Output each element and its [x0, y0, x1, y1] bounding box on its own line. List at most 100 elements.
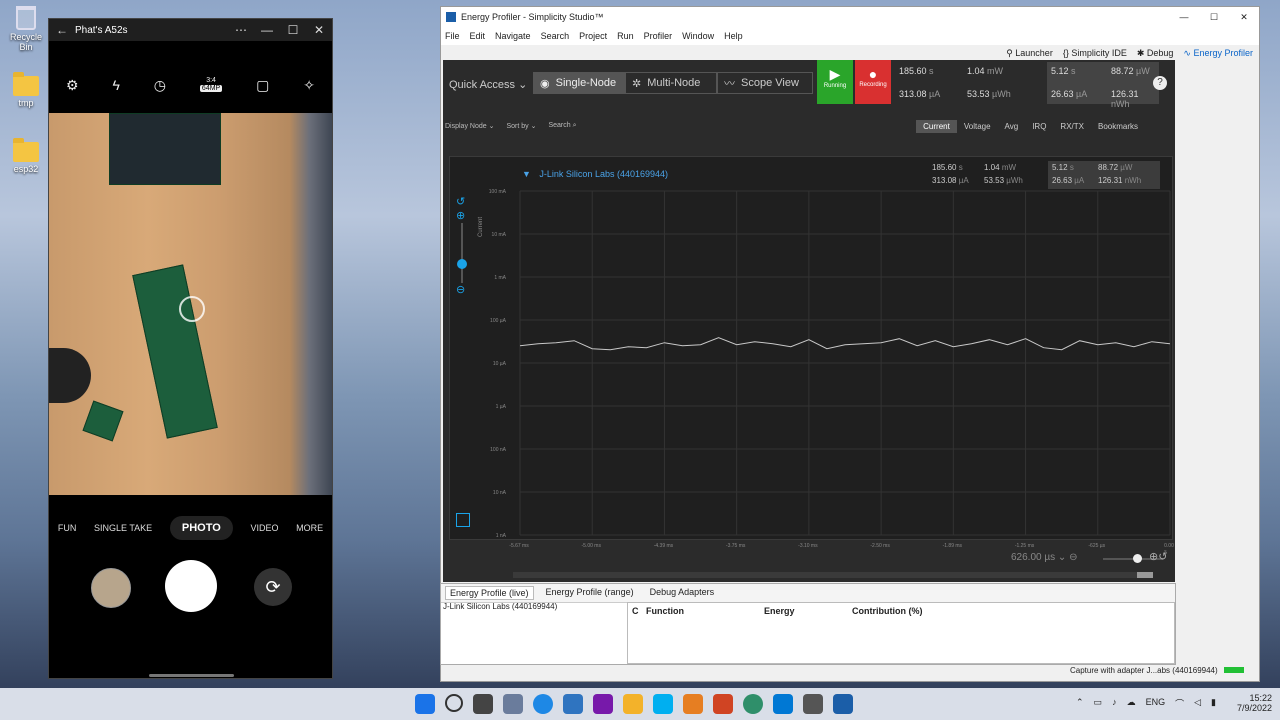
x-tick-label: -5.00 ms — [581, 543, 601, 549]
recording-button[interactable]: ● Recording — [855, 60, 891, 104]
perspective-debug[interactable]: ✱ Debug — [1137, 48, 1174, 59]
wifi-icon[interactable]: ⌒ — [1175, 697, 1184, 710]
start-menu-icon[interactable] — [415, 694, 435, 714]
search-icon[interactable] — [445, 694, 463, 712]
single-node-button[interactable]: ◉ Single-Node — [533, 72, 625, 94]
horizontal-scrollbar[interactable] — [513, 572, 1153, 578]
gallery-thumbnail[interactable] — [91, 568, 131, 608]
desktop-icon-esp32[interactable]: esp32 — [4, 138, 48, 174]
switch-camera-icon[interactable]: ⟳ — [254, 568, 292, 606]
profiler-editor: Quick Access ⌄ ◉ Single-Node ✲ Multi-Node … — [443, 60, 1175, 582]
running-button[interactable]: ▶ Running — [817, 60, 853, 104]
menu-help[interactable]: Help — [724, 31, 743, 41]
menu-search[interactable]: Search — [541, 31, 570, 41]
sort-by-dropdown[interactable]: Sort by ⌄ — [506, 122, 536, 130]
motion-photo-icon[interactable]: ▢ — [256, 77, 269, 94]
microphone-icon[interactable]: ♪ — [1112, 697, 1117, 710]
mode-photo[interactable]: PHOTO — [169, 516, 233, 540]
menu-project[interactable]: Project — [579, 31, 607, 41]
shutter-button[interactable] — [165, 560, 217, 612]
simplicity-studio-icon[interactable] — [833, 694, 853, 714]
tab-avg[interactable]: Avg — [998, 120, 1026, 133]
tab-bookmarks[interactable]: Bookmarks — [1091, 120, 1145, 133]
pinned-app-icon[interactable] — [803, 694, 823, 714]
more-icon[interactable]: ⋯ — [228, 23, 254, 37]
quick-access[interactable]: Quick Access ⌄ — [449, 78, 527, 91]
todo-icon[interactable] — [563, 694, 583, 714]
timer-icon[interactable]: ◷ — [154, 77, 166, 94]
vscode-icon[interactable] — [773, 694, 793, 714]
col-c[interactable]: C — [632, 606, 639, 616]
onedrive-icon[interactable]: ☁ — [1127, 697, 1136, 710]
sel-power-readout: 88.72 µW — [1111, 66, 1150, 76]
menu-run[interactable]: Run — [617, 31, 634, 41]
display-node-dropdown[interactable]: Display Node ⌄ — [445, 122, 494, 130]
onenote-icon[interactable] — [593, 694, 613, 714]
bottom-device-item[interactable]: J-Link Silicon Labs (440169944) — [443, 602, 557, 611]
current-chart[interactable]: 100 mA 10 mA 1 mA 100 µA 10 µA 1 µA 100 nA 10 n… — [450, 157, 1172, 539]
edge-icon[interactable] — [533, 694, 553, 714]
sel-time-readout: 5.12 s — [1051, 66, 1076, 76]
help-icon[interactable]: ? — [1153, 76, 1167, 90]
powerpoint-icon[interactable] — [713, 694, 733, 714]
app-icon[interactable] — [683, 694, 703, 714]
current-plot-panel[interactable]: ▼ J-Link Silicon Labs (440169944) 185.60… — [449, 156, 1173, 540]
desktop-icon-tmp[interactable]: tmp — [4, 72, 48, 108]
col-contribution[interactable]: Contribution (%) — [852, 606, 922, 616]
filter-effects-icon[interactable]: ✧ — [303, 77, 315, 94]
menu-navigate[interactable]: Navigate — [495, 31, 531, 41]
mode-more[interactable]: MORE — [296, 523, 323, 533]
file-explorer-icon[interactable] — [623, 694, 643, 714]
volume-icon[interactable]: ◁ — [1194, 697, 1201, 710]
menu-window[interactable]: Window — [682, 31, 714, 41]
col-function[interactable]: Function — [646, 606, 756, 616]
tab-debug-adapters[interactable]: Debug Adapters — [646, 586, 719, 600]
tab-current[interactable]: Current — [916, 120, 957, 133]
trigger-icon[interactable] — [456, 513, 470, 527]
chrome-icon[interactable] — [743, 694, 763, 714]
network-drive-icon[interactable]: ▭ — [1094, 697, 1103, 710]
scrollbar-thumb[interactable] — [1137, 572, 1153, 578]
maximize-icon[interactable]: ☐ — [1199, 12, 1229, 23]
perspective-ide[interactable]: {} Simplicity IDE — [1063, 48, 1127, 58]
tab-irq[interactable]: IRQ — [1025, 120, 1053, 133]
desktop-icon-recycle-bin[interactable]: Recycle Bin — [4, 6, 48, 52]
time-zoom-handle[interactable] — [1133, 554, 1142, 563]
tab-energy-profile-live[interactable]: Energy Profile (live) — [445, 586, 534, 600]
scope-view-button[interactable]: 〰 Scope View — [717, 72, 813, 94]
menu-file[interactable]: File — [445, 31, 460, 41]
maximize-icon[interactable]: ☐ — [280, 23, 306, 37]
minimize-icon[interactable]: — — [254, 23, 280, 37]
menu-edit[interactable]: Edit — [470, 31, 486, 41]
time-readout: 185.60 s — [899, 66, 934, 76]
tab-rxtx[interactable]: RX/TX — [1053, 120, 1091, 133]
mode-video[interactable]: VIDEO — [250, 523, 278, 533]
close-icon[interactable]: ✕ — [1229, 12, 1259, 23]
aspect-ratio-button[interactable]: 3:4 64MP — [199, 77, 223, 94]
mode-single-take[interactable]: SINGLE TAKE — [94, 523, 152, 533]
camera-viewfinder[interactable] — [49, 113, 332, 495]
widgets-icon[interactable] — [503, 694, 523, 714]
flash-icon[interactable]: ϟ — [112, 77, 119, 94]
menu-profiler[interactable]: Profiler — [644, 31, 673, 41]
y-tick-label: 100 nA — [490, 447, 507, 453]
mode-fun[interactable]: FUN — [58, 523, 77, 533]
col-energy[interactable]: Energy — [764, 606, 844, 616]
multi-node-button[interactable]: ✲ Multi-Node — [625, 72, 717, 94]
back-arrow-icon[interactable]: ← — [49, 23, 75, 37]
tab-voltage[interactable]: Voltage — [957, 120, 998, 133]
perspective-launcher[interactable]: ⚲ Launcher — [1006, 48, 1053, 59]
clock[interactable]: 15:22 7/9/2022 — [1237, 693, 1272, 713]
settings-gear-icon[interactable]: ⚙ — [66, 77, 79, 94]
chevron-up-icon[interactable]: ⌃ — [1076, 697, 1084, 710]
zoom-level-readout[interactable]: 626.00 µs ⌄ ⊖ — [1011, 552, 1077, 563]
tab-energy-profile-range[interactable]: Energy Profile (range) — [542, 586, 638, 600]
search-button[interactable]: Search ⌕ — [548, 122, 576, 130]
task-view-icon[interactable] — [473, 694, 493, 714]
battery-icon[interactable]: ▮ — [1211, 697, 1216, 710]
skype-icon[interactable] — [653, 694, 673, 714]
language-indicator[interactable]: ENG — [1146, 697, 1166, 710]
close-icon[interactable]: ✕ — [306, 23, 332, 37]
perspective-energy-profiler[interactable]: ∿ Energy Profiler — [1183, 48, 1253, 59]
minimize-icon[interactable]: — — [1169, 12, 1199, 22]
